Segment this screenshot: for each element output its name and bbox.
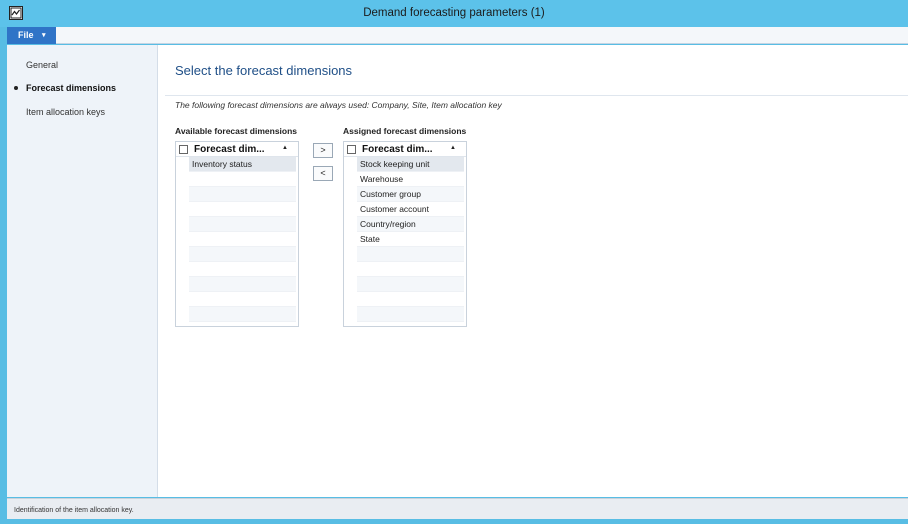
table-row[interactable]: State	[357, 232, 464, 247]
title-divider	[165, 95, 908, 96]
window-title: Demand forecasting parameters (1)	[363, 7, 545, 19]
available-dimensions-grid: Forecast dim... ▲ Inventory status	[175, 141, 299, 327]
sort-ascending-icon[interactable]: ▲	[450, 145, 456, 151]
empty-row	[357, 262, 464, 277]
empty-row	[189, 277, 296, 292]
file-menu-button[interactable]: File ▾	[7, 27, 56, 44]
status-bar: Identification of the item allocation ke…	[7, 498, 908, 519]
nav-item-item-allocation-keys[interactable]: Item allocation keys	[26, 107, 105, 117]
column-header-forecast-dimension[interactable]: Forecast dim...	[194, 144, 265, 155]
nav-item-label: General	[26, 60, 59, 70]
assigned-dimensions-label: Assigned forecast dimensions	[343, 126, 467, 136]
empty-row	[357, 247, 464, 262]
select-all-checkbox[interactable]	[347, 145, 356, 154]
table-row[interactable]: Inventory status	[189, 157, 296, 172]
navigation-pane: General Forecast dimensions Item allocat…	[7, 45, 158, 497]
title-bar: Demand forecasting parameters (1)	[0, 0, 908, 27]
nav-item-general[interactable]: General	[26, 60, 58, 70]
table-row[interactable]: Country/region	[357, 217, 464, 232]
sort-ascending-icon[interactable]: ▲	[282, 145, 288, 151]
empty-row	[189, 307, 296, 322]
grid-header: Forecast dim... ▲	[344, 142, 466, 157]
table-row[interactable]: Customer group	[357, 187, 464, 202]
empty-row	[189, 217, 296, 232]
available-rows: Inventory status	[189, 157, 296, 322]
nav-item-forecast-dimensions[interactable]: Forecast dimensions	[26, 83, 116, 93]
select-all-checkbox[interactable]	[179, 145, 188, 154]
menu-bar: File ▾	[7, 27, 908, 44]
nav-item-label: Item allocation keys	[26, 107, 106, 117]
empty-row	[189, 262, 296, 277]
empty-row	[189, 247, 296, 262]
active-bullet-icon	[14, 86, 18, 90]
empty-row	[357, 307, 464, 322]
table-row[interactable]: Stock keeping unit	[357, 157, 464, 172]
info-text: The following forecast dimensions are al…	[175, 100, 502, 110]
page-title: Select the forecast dimensions	[175, 63, 353, 78]
empty-row	[189, 292, 296, 307]
empty-row	[189, 202, 296, 217]
empty-row	[189, 232, 296, 247]
grid-header: Forecast dim... ▲	[176, 142, 298, 157]
empty-row	[357, 277, 464, 292]
chevron-down-icon: ▾	[42, 32, 46, 39]
empty-row	[189, 187, 296, 202]
file-menu-label: File	[18, 30, 34, 40]
empty-row	[357, 292, 464, 307]
content-pane: Select the forecast dimensions The follo…	[159, 45, 908, 497]
nav-item-label: Forecast dimensions	[26, 83, 117, 93]
table-row[interactable]: Warehouse	[357, 172, 464, 187]
status-text: Identification of the item allocation ke…	[14, 507, 134, 514]
available-dimensions-label: Available forecast dimensions	[175, 126, 298, 136]
empty-row	[189, 172, 296, 187]
remove-dimension-button[interactable]: <	[313, 166, 333, 181]
column-header-forecast-dimension[interactable]: Forecast dim...	[362, 144, 433, 155]
assigned-rows: Stock keeping unit Warehouse Customer gr…	[357, 157, 464, 322]
add-dimension-button[interactable]: >	[313, 143, 333, 158]
client-area: General Forecast dimensions Item allocat…	[7, 45, 908, 497]
assigned-dimensions-grid: Forecast dim... ▲ Stock keeping unit War…	[343, 141, 467, 327]
table-row[interactable]: Customer account	[357, 202, 464, 217]
app-window: Demand forecasting parameters (1) File ▾…	[0, 0, 908, 524]
